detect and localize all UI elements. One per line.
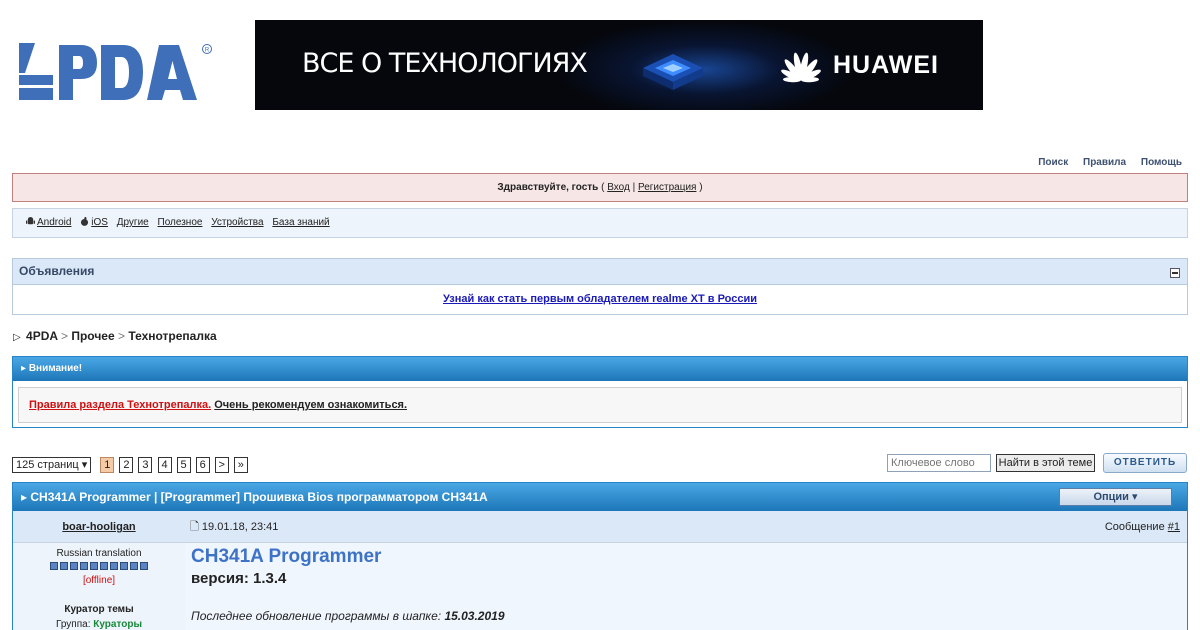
update-note: Последнее обновление программы в шапке: … [191, 609, 1187, 623]
search-in-topic-button[interactable]: Найти в этой теме [996, 454, 1095, 472]
keyword-input[interactable] [887, 454, 991, 472]
chevron-down-icon: ▾ [1132, 491, 1138, 503]
message-number-link[interactable]: #1 [1168, 521, 1180, 533]
nav-ios[interactable]: iOS [91, 217, 108, 228]
options-button[interactable]: Опции ▾ [1059, 488, 1172, 506]
arrow-right-icon: ▸ [21, 490, 31, 504]
svg-text:R: R [205, 48, 210, 54]
pagination: 125 страниц ▾ 1 2 3 4 5 6 > » [12, 457, 248, 473]
options-label: Опции [1093, 491, 1129, 503]
breadcrumb-item[interactable]: 4PDA [26, 329, 58, 343]
post-date: 🗋 19.01.18, 23:41 [190, 511, 278, 543]
breadcrumb-item[interactable]: Технотрепалка [128, 329, 216, 343]
reputation-pips [13, 562, 185, 573]
attention-title: Внимание! [28, 363, 83, 374]
update-label: Последнее обновление программы в шапке: [191, 609, 445, 623]
message-label: Сообщение [1104, 521, 1168, 533]
post-content: CH341A Programmer версия: 1.3.4 Последне… [185, 543, 1187, 630]
huawei-logo-icon [781, 52, 821, 83]
author-link[interactable]: boar-hooligan [62, 521, 135, 533]
page-link[interactable]: 4 [157, 457, 172, 473]
attention-panel: ▸ Внимание! Правила раздела Технотрепалк… [12, 356, 1188, 428]
page-current[interactable]: 1 [100, 457, 115, 473]
curator-label: Куратор темы [64, 604, 134, 615]
announcements-body: Узнай как стать первым обладателем realm… [13, 285, 1187, 313]
register-link[interactable]: Регистрация [638, 182, 696, 193]
nav-other[interactable]: Другие [117, 217, 149, 228]
chevron-down-icon: ▾ [81, 459, 88, 471]
nav-useful[interactable]: Полезное [158, 217, 203, 228]
breadcrumb: ▷ 4PDA > Прочее > Технотрепалка [13, 329, 217, 343]
login-link[interactable]: Вход [607, 182, 630, 193]
attention-text: Очень рекомендуем ознакомиться. [214, 399, 408, 411]
banner-brand: HUAWEI [833, 51, 939, 79]
page-link[interactable]: 6 [195, 457, 210, 473]
nav-devices[interactable]: Устройства [211, 217, 263, 228]
divider: | [629, 182, 638, 193]
update-date: 15.03.2019 [444, 609, 505, 623]
paren-open: ( [598, 182, 608, 193]
guest-greeting: Здравствуйте, гость [497, 182, 599, 193]
section-rules-link[interactable]: Правила раздела Технотрепалка. [29, 399, 211, 411]
arrow-right-icon: ▸ [21, 363, 29, 374]
announcement-link[interactable]: Узнай как стать первым обладателем realm… [443, 293, 757, 305]
nav-android[interactable]: Android [37, 217, 71, 228]
page-link[interactable]: 2 [119, 457, 134, 473]
attention-header: ▸ Внимание! [13, 357, 1187, 381]
apple-icon [81, 217, 89, 226]
nav-knowledge-base[interactable]: База знаний [272, 217, 329, 228]
next-page-button[interactable]: > [214, 457, 229, 473]
online-status: [offline] [82, 575, 116, 586]
topic-header: ▸ CH341A Programmer | [Programmer] Проши… [13, 483, 1187, 511]
breadcrumb-arrow-icon: ▷ [13, 332, 21, 343]
search-link[interactable]: Поиск [1038, 157, 1068, 168]
post-author: boar-hooligan [13, 511, 185, 543]
content-version: версия: 1.3.4 [191, 570, 287, 587]
group-name[interactable]: Кураторы [93, 619, 142, 630]
topic-panel: ▸ CH341A Programmer | [Programmer] Проши… [12, 482, 1188, 630]
group-label: Группа: [56, 619, 94, 630]
post-date-text: 19.01.18, 23:41 [201, 521, 279, 533]
top-links: Поиск Правила Помощь [1026, 157, 1182, 168]
banner-tagline: ВСЕ О ТЕХНОЛОГИЯХ [302, 48, 588, 79]
content-title: CH341A Programmer [191, 546, 382, 567]
attention-box: Правила раздела Технотрепалка. Очень рек… [18, 387, 1182, 423]
announcements-title: Объявления [19, 264, 95, 278]
announcements-panel: Объявления Узнай как стать первым облада… [12, 258, 1188, 315]
site-logo[interactable]: R [19, 43, 219, 103]
huawei-banner-ad[interactable]: ВСЕ О ТЕХНОЛОГИЯХ HUAWEI [255, 20, 983, 110]
post-header: boar-hooligan 🗋 19.01.18, 23:41 Сообщени… [13, 511, 1187, 543]
collapse-icon[interactable] [1170, 268, 1180, 278]
page-link[interactable]: 5 [176, 457, 191, 473]
author-info: Russian translation [offline] Куратор те… [13, 543, 185, 630]
author-group: Группа: Кураторы [13, 619, 185, 630]
announcements-header: Объявления [13, 259, 1187, 285]
author-rank: Russian translation [56, 548, 142, 559]
android-icon [26, 217, 35, 225]
guest-bar: Здравствуйте, гость ( Вход | Регистрация… [12, 173, 1188, 202]
pages-count: 125 страниц [16, 459, 79, 471]
breadcrumb-item[interactable]: Прочее [71, 329, 114, 343]
pages-dropdown[interactable]: 125 страниц ▾ [12, 457, 92, 473]
page-link[interactable]: 3 [138, 457, 153, 473]
chip-icon [643, 54, 703, 90]
help-link[interactable]: Помощь [1141, 157, 1182, 168]
post-icon: 🗋 [190, 521, 199, 533]
breadcrumb-separator: > [117, 329, 125, 343]
post-number: Сообщение #1 [1105, 511, 1180, 543]
topic-title: CH341A Programmer | [Programmer] Прошивк… [30, 490, 488, 504]
category-nav: Android iOS Другие Полезное Устройства Б… [12, 208, 1188, 238]
post-body: Russian translation [offline] Куратор те… [13, 543, 1187, 630]
paren-close: ) [696, 182, 703, 193]
rules-link[interactable]: Правила [1083, 157, 1126, 168]
reply-button[interactable]: ОТВЕТИТЬ [1103, 453, 1187, 473]
last-page-button[interactable]: » [233, 457, 248, 473]
breadcrumb-separator: > [60, 329, 68, 343]
